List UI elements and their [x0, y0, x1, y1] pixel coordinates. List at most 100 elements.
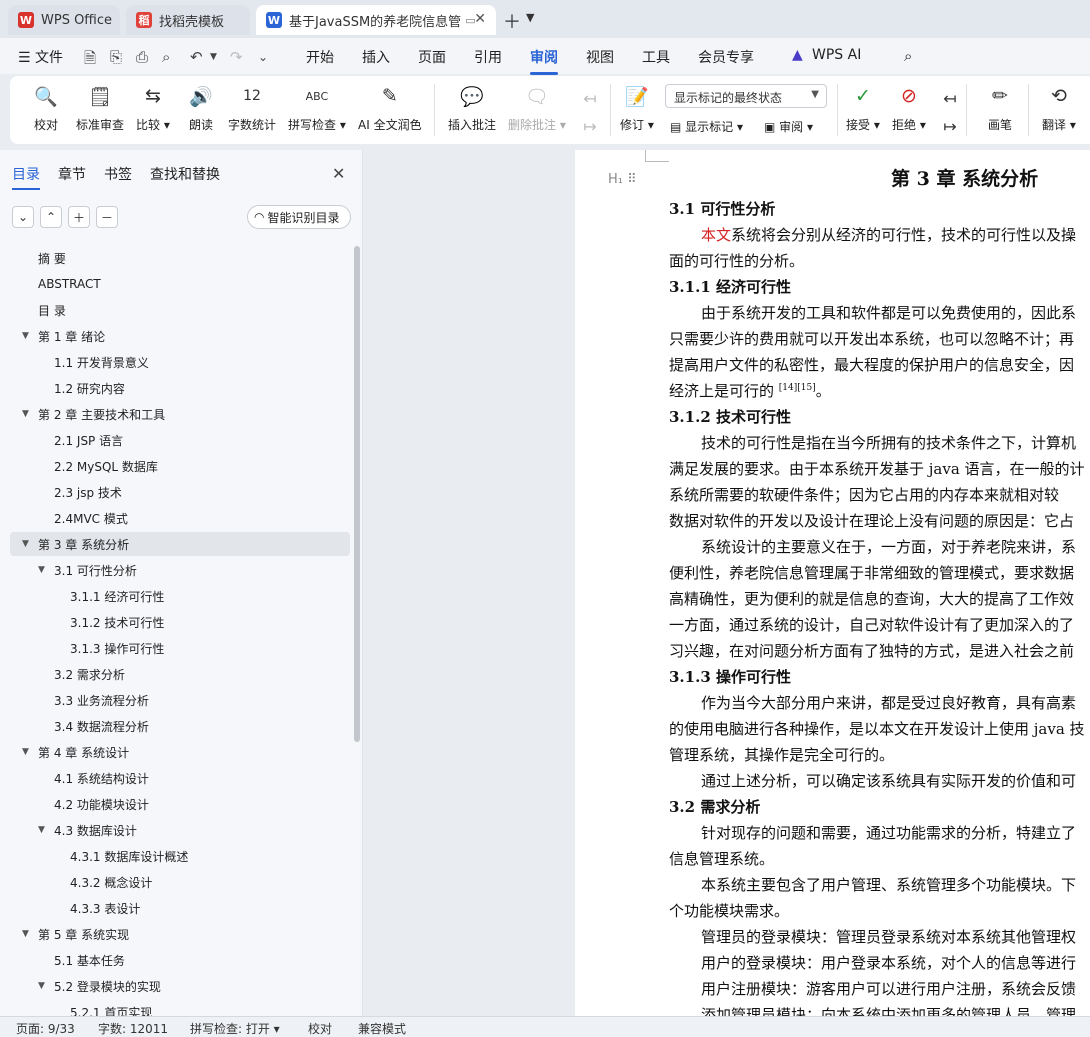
- menu-tools[interactable]: 工具: [642, 47, 670, 67]
- menu-start[interactable]: 开始: [306, 47, 334, 67]
- insert-comment-button[interactable]: 💬 插入批注: [448, 82, 496, 133]
- toc-item[interactable]: 3.1.2 技术可行性: [10, 610, 350, 634]
- toc-scrollbar[interactable]: [354, 246, 360, 990]
- new-tab-icon[interactable]: ＋: [503, 8, 521, 34]
- expand-toggle-icon[interactable]: ▼: [22, 929, 29, 939]
- spell-check-button[interactable]: ABC 拼写检查 ▾: [288, 82, 346, 133]
- add-heading-button[interactable]: ＋: [68, 206, 90, 228]
- toc-item[interactable]: 1.2 研究内容: [10, 376, 350, 400]
- close-tab-icon[interactable]: ✕: [474, 11, 486, 27]
- heading-handle-icon[interactable]: H₁ ⠿: [608, 172, 637, 187]
- toc-item[interactable]: 3.3 业务流程分析: [10, 688, 350, 712]
- expand-toggle-icon[interactable]: ▼: [38, 981, 45, 991]
- tab-document[interactable]: W 基于JavaSSM的养老院信息管 ▭ ✕: [256, 5, 496, 35]
- translate-button[interactable]: ⟲ 翻译 ▾: [1042, 82, 1076, 133]
- menu-wps-ai[interactable]: WPS AI: [812, 47, 861, 63]
- pen-button[interactable]: ✏ 画笔: [986, 82, 1014, 133]
- toc-item[interactable]: ▼ 第 3 章 系统分析: [10, 532, 350, 556]
- scrollbar-thumb[interactable]: [354, 246, 360, 742]
- expand-toggle-icon[interactable]: ▼: [38, 565, 45, 575]
- delete-comment-button[interactable]: 🗨 删除批注 ▾: [508, 82, 566, 133]
- close-icon[interactable]: ✕: [332, 164, 345, 183]
- page-indicator[interactable]: 页面: 9/33: [16, 1020, 75, 1037]
- toc-item[interactable]: ▼ 5.2 登录模块的实现: [10, 974, 350, 998]
- word-count-status[interactable]: 字数: 12011: [98, 1020, 168, 1037]
- toc-item[interactable]: 4.3.1 数据库设计概述: [10, 844, 350, 868]
- toc-item[interactable]: 5.1 基本任务: [10, 948, 350, 972]
- track-changes-button[interactable]: 📝 修订 ▾: [620, 82, 654, 133]
- word-count-button[interactable]: 12 字数统计: [228, 82, 276, 133]
- toc-item[interactable]: ▼ 第 4 章 系统设计: [10, 740, 350, 764]
- proof-status[interactable]: 校对: [308, 1020, 332, 1037]
- file-menu[interactable]: ☰ 文件: [18, 47, 63, 67]
- toc-item[interactable]: ▼ 4.3 数据库设计: [10, 818, 350, 842]
- toc-item[interactable]: 4.3.2 概念设计: [10, 870, 350, 894]
- expand-toggle-icon[interactable]: ▼: [22, 409, 29, 419]
- menu-insert[interactable]: 插入: [362, 47, 390, 67]
- compare-button[interactable]: ⇆ 比较 ▾: [136, 82, 170, 133]
- expand-toggle-icon[interactable]: ▼: [22, 539, 29, 549]
- print-icon[interactable]: ⎙: [136, 48, 148, 66]
- tab-find-replace[interactable]: 查找和替换: [150, 164, 220, 184]
- save-icon[interactable]: 🗎: [84, 48, 96, 73]
- spell-check-status[interactable]: 拼写检查: 打开 ▾: [190, 1020, 280, 1037]
- tab-templates[interactable]: 稻 找稻壳模板: [126, 5, 250, 35]
- chevron-down-icon[interactable]: ▼: [210, 52, 217, 62]
- undo-icon[interactable]: ↶: [190, 48, 203, 66]
- markup-display-select[interactable]: 显示标记的最终状态 ▼: [665, 84, 827, 108]
- expand-toggle-icon[interactable]: ▼: [22, 747, 29, 757]
- menu-review[interactable]: 审阅: [530, 47, 558, 75]
- accept-button[interactable]: ✓ 接受 ▾: [846, 82, 880, 133]
- document-page[interactable]: H₁ ⠿ 第 3 章 系统分析 3.1 可行性分析 本文系统将会分别从经济的可行性…: [575, 150, 1090, 1016]
- remove-heading-button[interactable]: －: [96, 206, 118, 228]
- toc-item[interactable]: 3.4 数据流程分析: [10, 714, 350, 738]
- toc-item[interactable]: ▼ 3.1 可行性分析: [10, 558, 350, 582]
- read-aloud-button[interactable]: 🔊 朗读: [187, 82, 215, 133]
- toc-item[interactable]: 2.3 jsp 技术: [10, 480, 350, 504]
- menu-view[interactable]: 视图: [586, 47, 614, 67]
- proof-button[interactable]: 🔍 校对: [32, 82, 60, 133]
- ai-polish-button[interactable]: ✎ AI 全文润色: [358, 82, 422, 133]
- print-preview-icon[interactable]: ⌕: [162, 48, 170, 66]
- tab-wps-office[interactable]: W WPS Office: [8, 5, 120, 35]
- tab-sections[interactable]: 章节: [58, 164, 86, 184]
- toc-item[interactable]: 2.2 MySQL 数据库: [10, 454, 350, 478]
- collapse-down-button[interactable]: ⌄: [12, 206, 34, 228]
- next-change-button[interactable]: ↦: [936, 112, 964, 146]
- toc-item[interactable]: ▼ 第 2 章 主要技术和工具: [10, 402, 350, 426]
- toc-item[interactable]: 3.1.1 经济可行性: [10, 584, 350, 608]
- toc-item[interactable]: 2.4MVC 模式: [10, 506, 350, 530]
- toc-item[interactable]: 2.1 JSP 语言: [10, 428, 350, 452]
- reject-button[interactable]: ⊘ 拒绝 ▾: [892, 82, 926, 133]
- expand-toggle-icon[interactable]: ▼: [38, 825, 45, 835]
- standard-review-button[interactable]: 🗒 标准审查: [76, 82, 124, 133]
- review-pane-button[interactable]: ▣ 审阅 ▾: [764, 118, 813, 135]
- toc-item[interactable]: 1.1 开发背景意义: [10, 350, 350, 374]
- toc-item[interactable]: 4.2 功能模块设计: [10, 792, 350, 816]
- chevron-down-icon[interactable]: ▼: [526, 11, 534, 24]
- toc-item[interactable]: ▼ 第 1 章 绪论: [10, 324, 350, 348]
- tab-bookmarks[interactable]: 书签: [104, 164, 132, 184]
- redo-icon[interactable]: ↷: [230, 48, 243, 66]
- tab-toc[interactable]: 目录: [12, 164, 40, 190]
- toc-item[interactable]: ▼ 第 5 章 系统实现: [10, 922, 350, 946]
- search-icon[interactable]: ⌕: [904, 47, 912, 65]
- menu-reference[interactable]: 引用: [474, 47, 502, 67]
- toc-item[interactable]: 摘 要: [10, 246, 350, 270]
- show-markup-button[interactable]: ▤ 显示标记 ▾: [670, 118, 743, 135]
- more-chevron-icon[interactable]: ⌄: [258, 50, 268, 64]
- export-icon[interactable]: ⎘: [110, 48, 122, 66]
- toc-item[interactable]: 3.2 需求分析: [10, 662, 350, 686]
- collapse-up-button[interactable]: ⌃: [40, 206, 62, 228]
- toc-item[interactable]: 目 录: [10, 298, 350, 322]
- menu-member[interactable]: 会员专享: [698, 47, 754, 67]
- toc-item[interactable]: 4.3.3 表设计: [10, 896, 350, 920]
- wps-ai-icon[interactable]: ▲: [792, 47, 803, 63]
- citation[interactable]: [14][15]: [779, 383, 816, 393]
- menu-page[interactable]: 页面: [418, 47, 446, 67]
- toc-item[interactable]: 5.2.1 首页实现: [10, 1000, 350, 1017]
- toc-item[interactable]: 3.1.3 操作可行性: [10, 636, 350, 660]
- smart-toc-button[interactable]: ◠ 智能识别目录: [247, 205, 351, 229]
- next-comment-button[interactable]: ↦: [576, 112, 604, 146]
- expand-toggle-icon[interactable]: ▼: [22, 331, 29, 341]
